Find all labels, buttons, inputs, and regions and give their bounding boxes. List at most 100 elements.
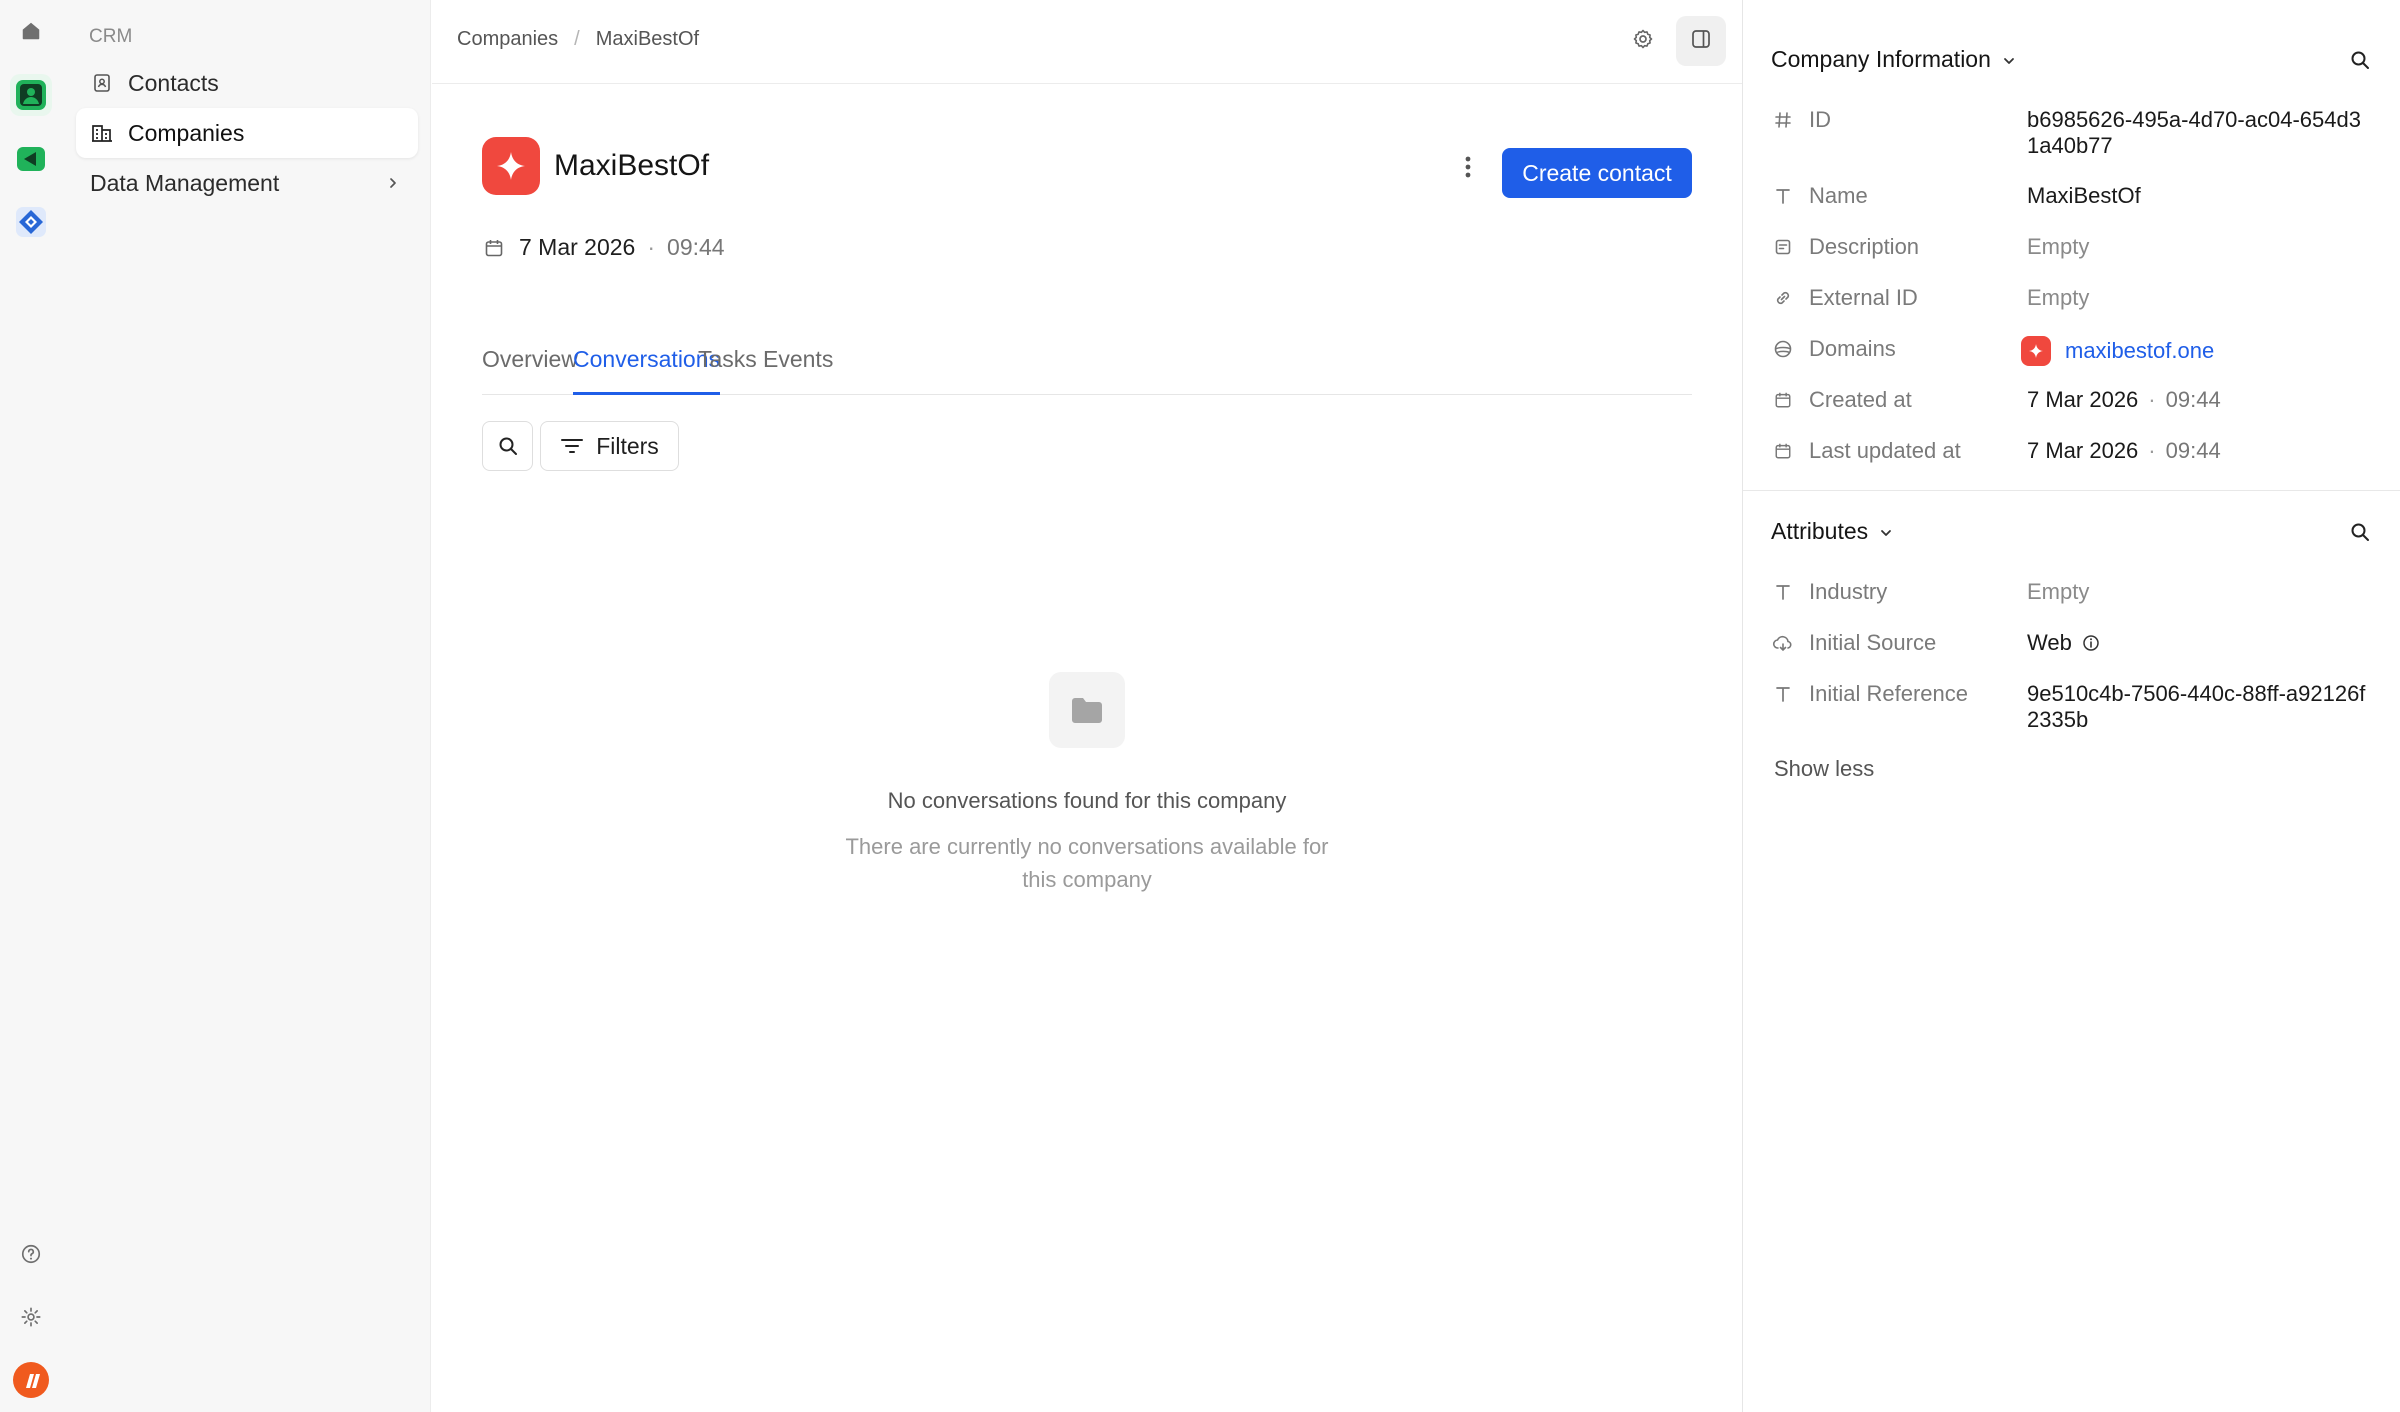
prop-value[interactable]: MaxiBestOf [2027, 183, 2367, 209]
sidebar-item-contacts[interactable]: Contacts [76, 58, 418, 108]
sidebar-section-label: CRM [89, 26, 133, 47]
cloud-icon [1771, 630, 1795, 656]
text-icon [1771, 681, 1795, 707]
time-value: 09:44 [667, 234, 725, 260]
company-information-toggle[interactable]: Company Information [1771, 46, 2017, 73]
help-icon[interactable] [10, 1233, 52, 1275]
contact-book-icon [90, 71, 114, 95]
search-icon [2351, 51, 2369, 69]
prop-key: Initial Reference [1809, 681, 1968, 706]
initial-source-value: Web [2027, 630, 2072, 655]
prop-key: Description [1809, 234, 1920, 259]
tab-events[interactable]: Events [763, 346, 833, 395]
text-icon [1771, 579, 1795, 605]
calendar-icon [482, 236, 506, 260]
breadcrumb-companies[interactable]: Companies [457, 28, 558, 51]
domain-text: maxibestof.one [2065, 338, 2215, 363]
company-information-heading: Company Information [1771, 46, 1991, 72]
note-icon [1771, 234, 1795, 260]
date-separator: · [2148, 387, 2156, 412]
prop-industry: Industry Empty [1771, 579, 2381, 605]
tab-overview[interactable]: Overview [482, 346, 578, 395]
prop-last-updated-at: Last updated at 7 Mar 2026 · 09:44 [1771, 438, 2381, 464]
created-date: 7 Mar 2026 [2027, 387, 2139, 412]
prop-domains: Domains maxibestof.one [1771, 336, 2381, 366]
app-rail [0, 0, 63, 1412]
prop-key: Domains [1809, 336, 1896, 361]
domain-link[interactable]: maxibestof.one [2021, 336, 2367, 366]
filters-button[interactable]: Filters [540, 421, 679, 471]
date-separator: · [2148, 438, 2156, 463]
prop-key: Created at [1809, 387, 1912, 412]
kebab-icon [1465, 156, 1471, 178]
prop-value: 7 Mar 2026 · 09:44 [2027, 438, 2367, 464]
search-icon [2351, 523, 2369, 541]
prop-value[interactable]: Empty [2027, 234, 2367, 260]
breadcrumb-current: MaxiBestOf [595, 28, 700, 50]
sidebar-item-data-management[interactable]: Data Management [76, 158, 418, 208]
chevron-right-icon [386, 172, 400, 199]
created-time: 09:44 [2165, 387, 2221, 412]
company-created-date: 7 Mar 2026 · 09:44 [482, 234, 725, 261]
date-separator: · [647, 234, 656, 260]
crm-app-icon[interactable] [10, 74, 52, 116]
prop-key: Initial Source [1809, 630, 1937, 655]
logo-app-icon[interactable] [10, 201, 52, 243]
show-less-button[interactable]: Show less [1774, 756, 1874, 782]
sparkle-icon [497, 152, 525, 180]
attributes-search-button[interactable] [2346, 518, 2374, 546]
gear-icon [1631, 27, 1655, 56]
tab-tasks[interactable]: Tasks [698, 346, 757, 395]
globe-icon [1771, 336, 1795, 362]
prop-key: Last updated at [1809, 438, 1961, 463]
filters-label: Filters [596, 432, 659, 459]
prop-value[interactable]: Empty [2027, 285, 2367, 311]
top-bar: Companies / MaxiBestOf [432, 0, 1742, 84]
prop-description: Description Empty [1771, 234, 2381, 260]
prop-id: ID b6985626-495a-4d70-ac04-654d31a40b77 [1771, 107, 2381, 159]
company-info-search-button[interactable] [2346, 46, 2374, 74]
sidebar-panel-icon [1690, 28, 1712, 55]
prop-created-at: Created at 7 Mar 2026 · 09:44 [1771, 387, 2381, 413]
settings-button[interactable] [1618, 16, 1668, 66]
sidebar-item-companies[interactable]: Companies [76, 108, 418, 158]
details-panel: Company Information ID b6985626-495a-4d7… [1742, 0, 2400, 1412]
sidebar-item-label: Data Management [90, 169, 280, 196]
create-contact-button[interactable]: Create contact [1502, 148, 1692, 198]
account-app-icon[interactable] [10, 1359, 52, 1401]
crm-sidebar: CRM Contacts Companies Data Management [63, 0, 431, 1412]
prop-name: Name MaxiBestOf [1771, 183, 2381, 209]
chevron-down-icon [2001, 46, 2017, 73]
prop-key: Name [1809, 183, 1868, 208]
toggle-panel-button[interactable] [1676, 16, 1726, 66]
attributes-toggle[interactable]: Attributes [1771, 518, 1894, 545]
text-icon [1771, 183, 1795, 209]
prop-initial-reference: Initial Reference 9e510c4b-7506-440c-88f… [1771, 681, 2381, 733]
date-value: 7 Mar 2026 [519, 234, 636, 260]
section-divider [1743, 490, 2400, 491]
prop-value: b6985626-495a-4d70-ac04-654d31a40b77 [2027, 107, 2361, 158]
prop-value: 7 Mar 2026 · 09:44 [2027, 387, 2367, 413]
prop-value[interactable]: Empty [2027, 579, 2367, 605]
info-icon[interactable] [2082, 634, 2100, 652]
breadcrumb-separator: / [574, 28, 580, 50]
prop-key: ID [1809, 107, 1831, 132]
prop-value[interactable]: Web [2027, 630, 2367, 656]
tab-bar: Overview Conversations Tasks Events [482, 340, 1692, 395]
home-icon[interactable] [10, 10, 52, 52]
breadcrumb: Companies / MaxiBestOf [457, 28, 699, 51]
prop-value: 9e510c4b-7506-440c-88ff-a92126f2335b [2027, 681, 2366, 732]
prop-key: Industry [1809, 579, 1888, 604]
chevron-down-icon [1878, 518, 1894, 545]
company-logo [482, 137, 540, 195]
main-content: Companies / MaxiBestOf MaxiBestOf Create… [432, 0, 1742, 1412]
more-options-button[interactable] [1454, 153, 1482, 181]
folder-icon [1049, 672, 1125, 748]
attributes-heading: Attributes [1771, 518, 1869, 544]
search-button[interactable] [482, 421, 533, 471]
search-icon [499, 437, 517, 455]
building-icon [90, 121, 114, 145]
hash-icon [1771, 107, 1795, 133]
settings-icon[interactable] [10, 1296, 52, 1338]
meet-app-icon[interactable] [10, 138, 52, 180]
